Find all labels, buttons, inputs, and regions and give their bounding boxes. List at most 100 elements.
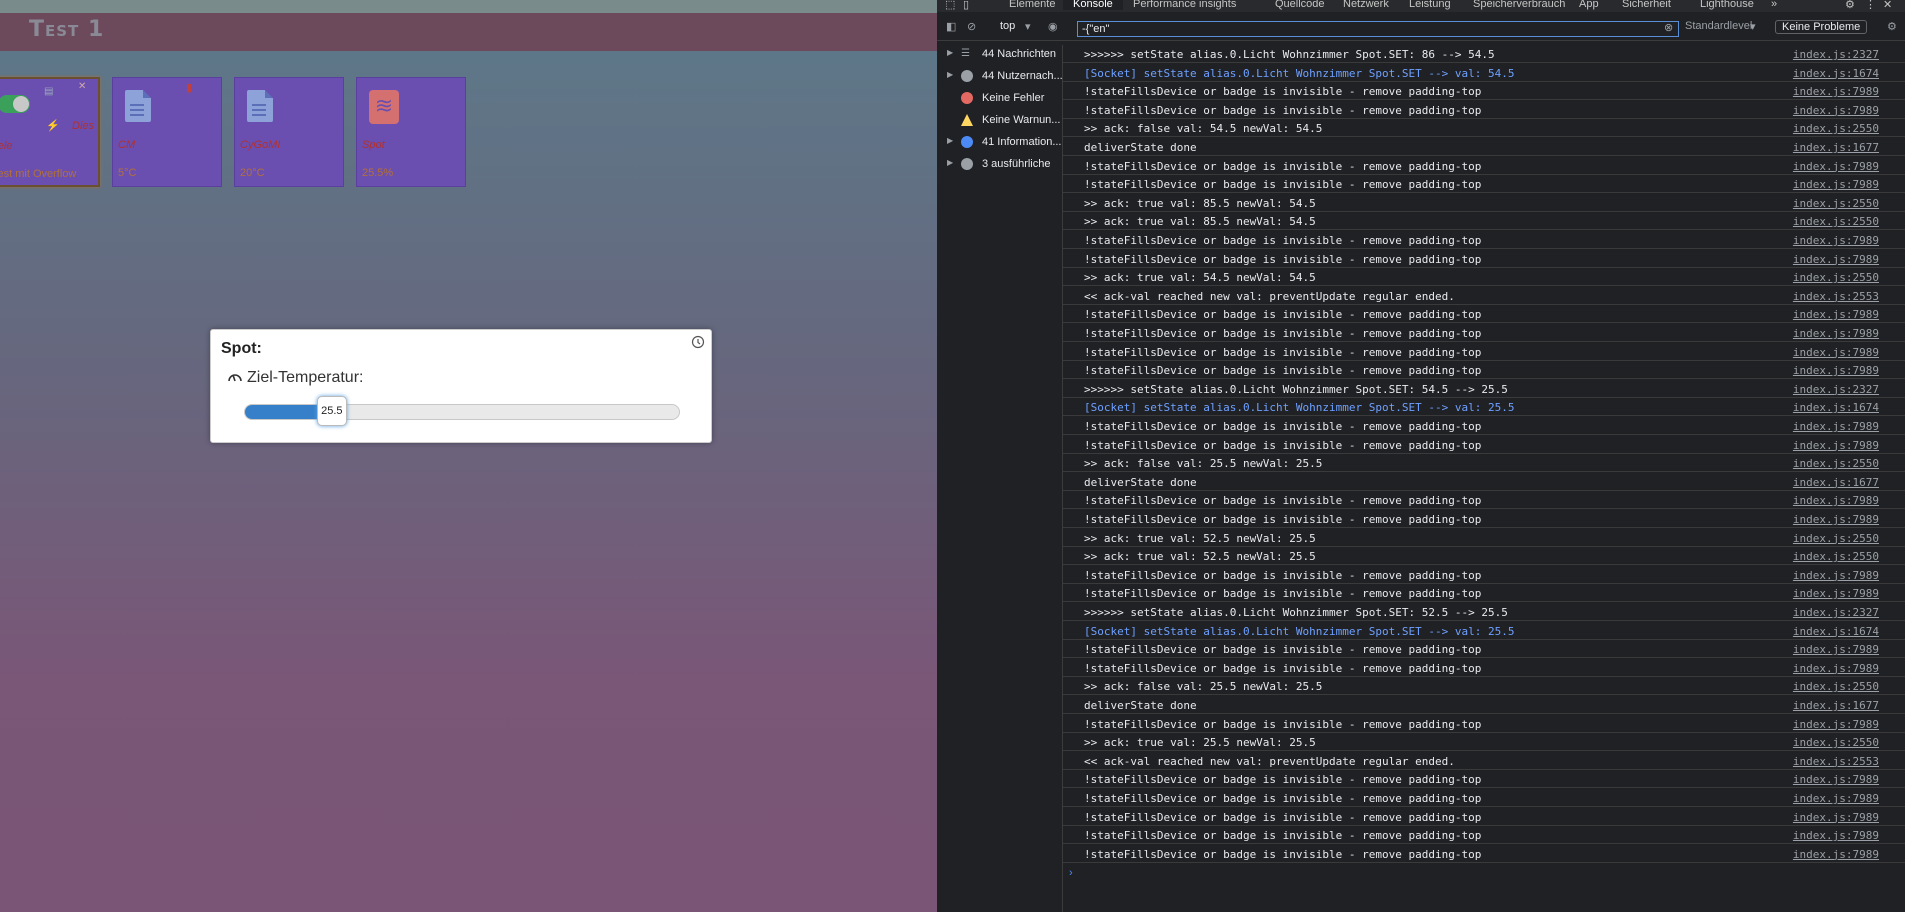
clear-console-icon[interactable]: ⊘	[967, 20, 976, 33]
log-source-link[interactable]: index.js:1674	[1793, 67, 1879, 80]
issues-button[interactable]: Keine Probleme	[1775, 20, 1868, 34]
log-source-link[interactable]: index.js:7989	[1793, 569, 1879, 582]
toggle-switch[interactable]	[0, 95, 30, 113]
log-source-link[interactable]: index.js:7989	[1793, 327, 1879, 340]
log-source-link[interactable]: index.js:7989	[1793, 439, 1879, 452]
log-source-link[interactable]: index.js:7989	[1793, 811, 1879, 824]
kebab-menu-icon[interactable]: ⋮	[1865, 0, 1876, 11]
log-source-link[interactable]: index.js:1674	[1793, 625, 1879, 638]
sidebar-item-user-messages[interactable]: ▶ 44 Nutzernach...	[937, 67, 1063, 85]
log-source-link[interactable]: index.js:2550	[1793, 457, 1879, 470]
log-source-link[interactable]: index.js:2553	[1793, 755, 1879, 768]
log-source-link[interactable]: index.js:2550	[1793, 680, 1879, 693]
log-row: >> ack: false val: 25.5 newVal: 25.5 inde…	[1063, 677, 1905, 696]
sidebar-item-messages[interactable]: ▶ ☰ 44 Nachrichten	[937, 45, 1063, 63]
log-message: >> ack: false val: 25.5 newVal: 25.5	[1084, 680, 1323, 694]
tab-app[interactable]: App	[1579, 0, 1599, 10]
log-source-link[interactable]: index.js:7989	[1793, 848, 1879, 861]
inspect-icon[interactable]: ⬚	[945, 0, 955, 11]
sidebar-item-info[interactable]: ▶ 41 Information...	[937, 133, 1063, 151]
log-source-link[interactable]: index.js:7989	[1793, 829, 1879, 842]
log-source-link[interactable]: index.js:7989	[1793, 104, 1879, 117]
log-source-link[interactable]: index.js:7989	[1793, 308, 1879, 321]
log-row: << ack-val reached new val: preventUpdat…	[1063, 752, 1905, 770]
log-source-link[interactable]: index.js:1677	[1793, 699, 1879, 712]
log-source-link[interactable]: index.js:7989	[1793, 773, 1879, 786]
sidebar-item-verbose[interactable]: ▶ 3 ausführliche	[937, 155, 1063, 173]
log-source-link[interactable]: index.js:7989	[1793, 643, 1879, 656]
eye-icon[interactable]: ◉	[1048, 20, 1058, 33]
tab-sicherheit[interactable]: Sicherheit	[1622, 0, 1671, 10]
console-toolbar: ◧ ⊘ top ▾ ◉ ⊗ Standardlevel ▾ Keine Prob…	[937, 17, 1905, 41]
close-icon[interactable]: ✕	[78, 81, 86, 92]
tab-quellcode[interactable]: Quellcode	[1275, 0, 1325, 10]
log-source-link[interactable]: index.js:7989	[1793, 160, 1879, 173]
sidebar-toggle-icon[interactable]: ◧	[946, 20, 956, 33]
gear-icon[interactable]: ⚙	[1845, 0, 1855, 11]
log-source-link[interactable]: index.js:2327	[1793, 48, 1879, 61]
log-source-link[interactable]: index.js:7989	[1793, 662, 1879, 675]
info-icon	[961, 136, 973, 148]
log-source-link[interactable]: index.js:7989	[1793, 718, 1879, 731]
log-source-link[interactable]: index.js:7989	[1793, 346, 1879, 359]
log-source-link[interactable]: index.js:1677	[1793, 141, 1879, 154]
log-source-link[interactable]: index.js:2553	[1793, 290, 1879, 303]
temperature-slider[interactable]: 25.5	[244, 396, 680, 426]
log-row: >> ack: false val: 54.5 newVal: 54.5 inde…	[1063, 119, 1905, 138]
sidebar-item-errors[interactable]: Keine Fehler	[937, 89, 1063, 107]
log-message: deliverState done	[1084, 699, 1197, 712]
tile-cm[interactable]: ▮ CM 5°C	[112, 77, 222, 187]
tab-netzwerk[interactable]: Netzwerk	[1343, 0, 1389, 10]
tab-elemente[interactable]: Elemente	[1009, 0, 1055, 10]
tile-spot[interactable]: ≋ Spot 25.5%	[356, 77, 466, 187]
log-source-link[interactable]: index.js:7989	[1793, 420, 1879, 433]
log-source-link[interactable]: index.js:2327	[1793, 606, 1879, 619]
level-select[interactable]: Standardlevel	[1685, 20, 1752, 32]
log-source-link[interactable]: index.js:7989	[1793, 587, 1879, 600]
log-row: !stateFillsDevice or badge is invisible …	[1063, 436, 1905, 454]
device-toolbar-icon[interactable]: ▯	[963, 0, 969, 11]
console-prompt[interactable]: ›	[1069, 867, 1073, 879]
log-source-link[interactable]: index.js:7989	[1793, 513, 1879, 526]
log-source-link[interactable]: index.js:7989	[1793, 178, 1879, 191]
log-source-link[interactable]: index.js:2550	[1793, 532, 1879, 545]
tab-konsole[interactable]: Konsole	[1063, 0, 1123, 10]
log-source-link[interactable]: index.js:7989	[1793, 234, 1879, 247]
log-source-link[interactable]: index.js:2550	[1793, 736, 1879, 749]
tab-speicherverbrauch[interactable]: Speicherverbrauch	[1473, 0, 1565, 10]
tab-lighthouse[interactable]: Lighthouse	[1700, 0, 1754, 10]
log-row: >> ack: true val: 85.5 newVal: 54.5 index…	[1063, 194, 1905, 212]
log-message: !stateFillsDevice or badge is invisible …	[1084, 661, 1482, 675]
tab-performance-insights[interactable]: Performance insights	[1133, 0, 1236, 10]
log-row: !stateFillsDevice or badge is invisible …	[1063, 808, 1905, 826]
filter-input[interactable]	[1077, 21, 1679, 37]
tab-leistung[interactable]: Leistung	[1409, 0, 1451, 10]
log-source-link[interactable]: index.js:2327	[1793, 383, 1879, 396]
log-source-link[interactable]: index.js:2550	[1793, 197, 1879, 210]
log-source-link[interactable]: index.js:7989	[1793, 494, 1879, 507]
log-source-link[interactable]: index.js:7989	[1793, 85, 1879, 98]
log-source-link[interactable]: index.js:7989	[1793, 364, 1879, 377]
log-source-link[interactable]: index.js:1674	[1793, 401, 1879, 414]
tile-tele[interactable]: ▤ ✕ ⚡ Dies Tele Test mit Overflow	[0, 77, 100, 187]
tile-cygomi[interactable]: CyGoMI 20°C	[234, 77, 344, 187]
log-source-link[interactable]: index.js:2550	[1793, 550, 1879, 563]
log-source-link[interactable]: index.js:2550	[1793, 122, 1879, 135]
log-source-link[interactable]: index.js:2550	[1793, 271, 1879, 284]
log-source-link[interactable]: index.js:7989	[1793, 253, 1879, 266]
more-tabs-icon[interactable]: »	[1771, 0, 1777, 10]
history-icon[interactable]	[691, 335, 705, 349]
log-source-link[interactable]: index.js:2550	[1793, 215, 1879, 228]
close-icon[interactable]: ✕	[1883, 0, 1892, 11]
log-source-link[interactable]: index.js:7989	[1793, 792, 1879, 805]
settings-icon[interactable]: ⚙	[1887, 20, 1897, 33]
log-message: !stateFillsDevice or badge is invisible …	[1084, 420, 1482, 433]
sidebar-item-warnings[interactable]: Keine Warnun...	[937, 111, 1063, 129]
log-message: >> ack: true val: 25.5 newVal: 25.5	[1084, 736, 1316, 750]
context-select[interactable]: top	[1000, 20, 1015, 32]
clear-filter-icon[interactable]: ⊗	[1664, 21, 1673, 34]
log-message: !stateFillsDevice or badge is invisible …	[1084, 513, 1482, 526]
slider-handle[interactable]: 25.5	[316, 396, 347, 426]
tile-name: CM	[118, 139, 136, 151]
log-source-link[interactable]: index.js:1677	[1793, 476, 1879, 489]
